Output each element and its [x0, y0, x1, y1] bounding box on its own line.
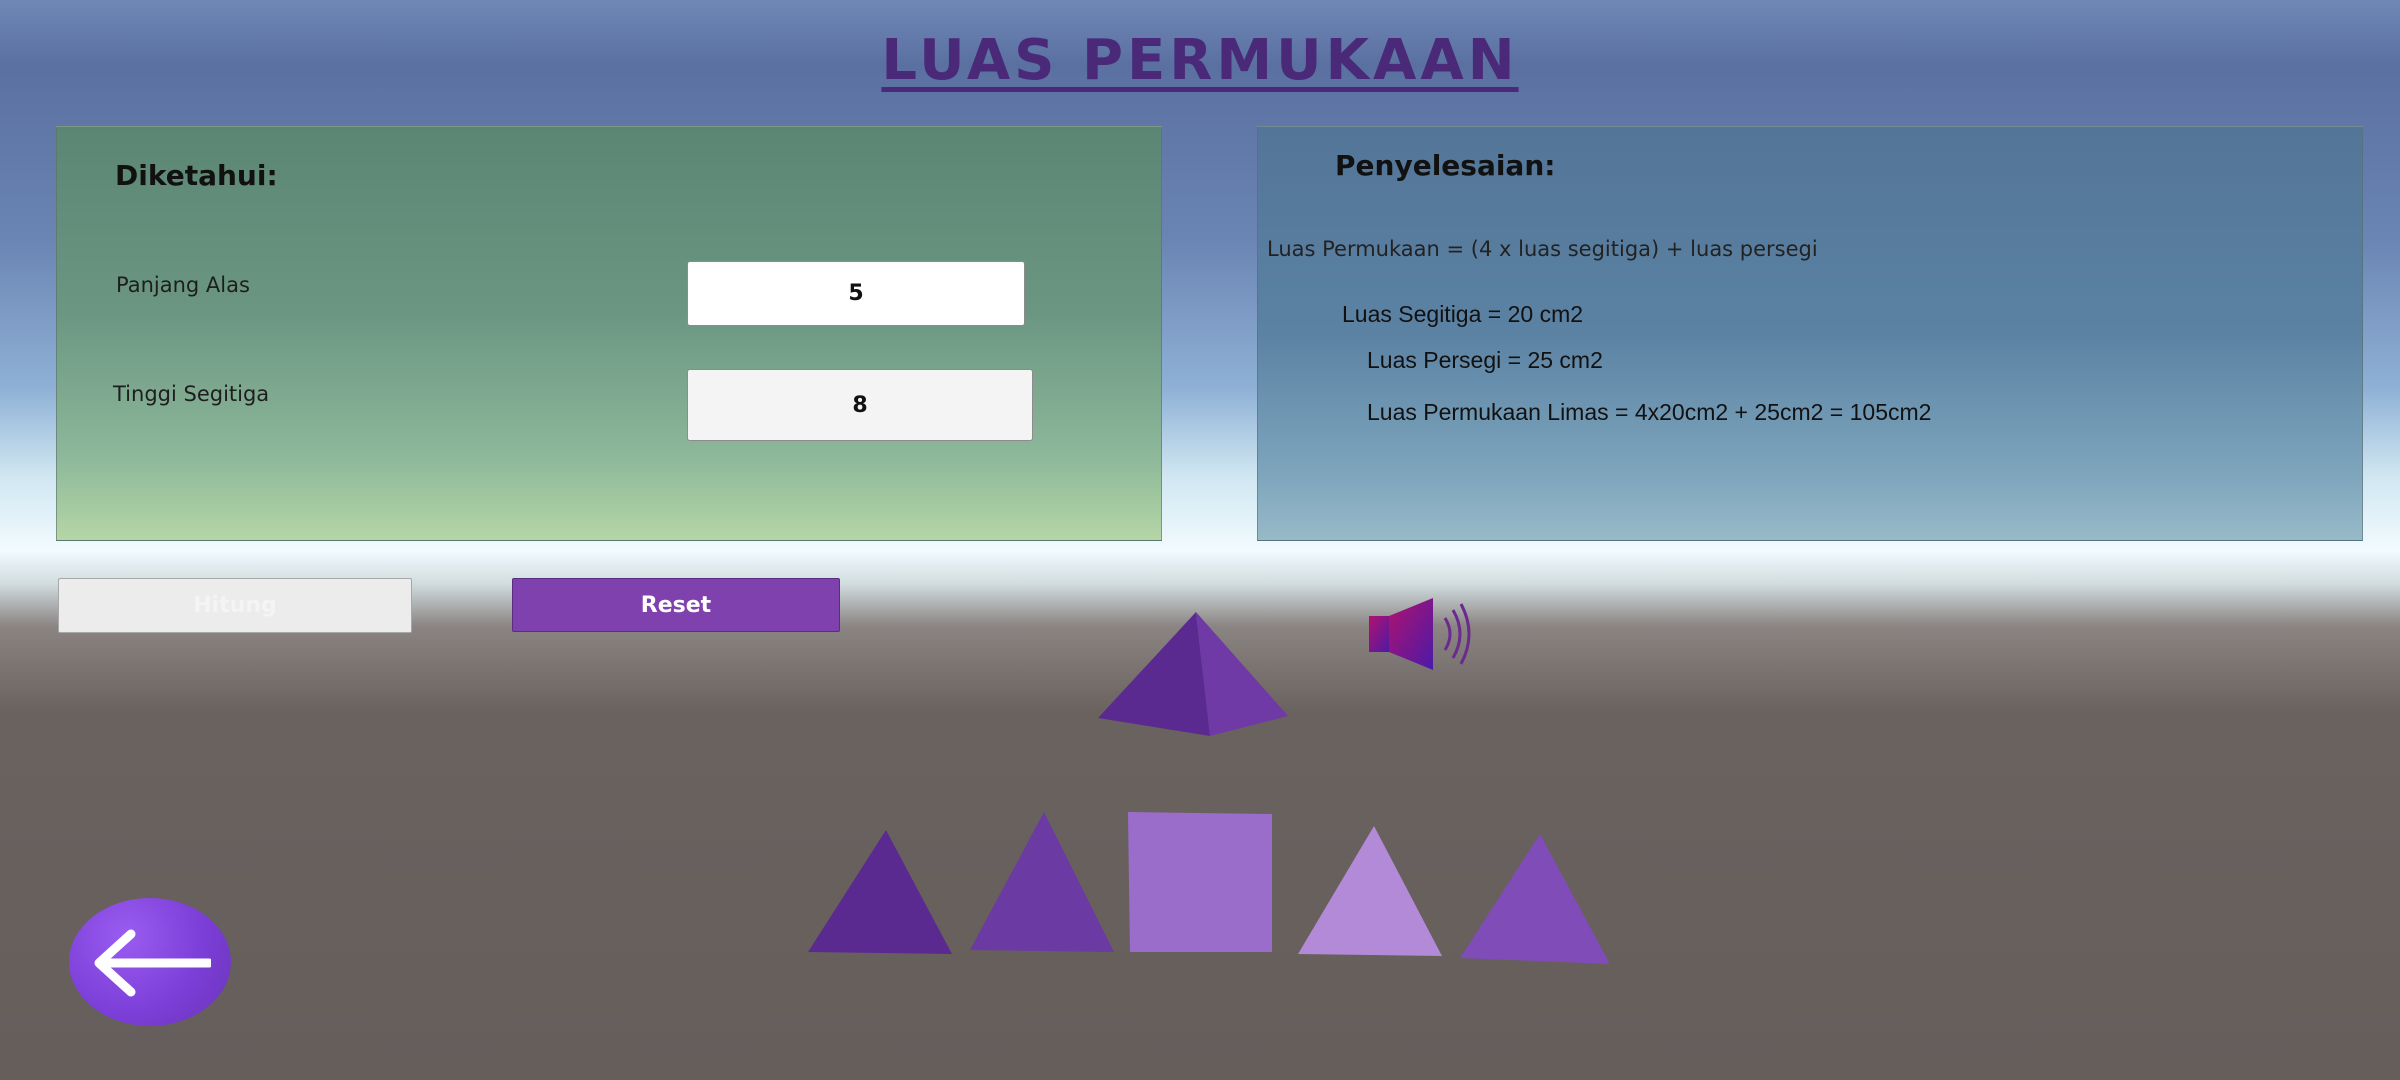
triangle-height-input[interactable]: 8: [687, 369, 1033, 441]
total-area-text: Luas Permukaan Limas = 4x20cm2 + 25cm2 =…: [1367, 399, 1932, 425]
triangle-height-label: Tinggi Segitiga: [113, 382, 270, 406]
page-title: LUAS PERMUKAAN: [881, 28, 1519, 93]
solution-panel: Penyelesaian: Luas Permukaan = (4 x luas…: [1257, 126, 2363, 541]
pyramid-shape: [1098, 612, 1288, 736]
base-length-label: Panjang Alas: [116, 273, 250, 297]
net-triangle-2: [970, 812, 1114, 952]
net-square: [1128, 812, 1272, 952]
speaker-icon[interactable]: [1365, 596, 1477, 672]
pyramid-net: [808, 812, 1610, 964]
solution-heading: Penyelesaian:: [1335, 149, 1556, 182]
arrow-left-icon: [94, 929, 211, 997]
triangle-area-text: Luas Segitiga = 20 cm2: [1342, 301, 1584, 327]
back-button[interactable]: [69, 898, 231, 1026]
reset-button[interactable]: Reset: [512, 578, 840, 632]
known-panel: Diketahui: Panjang Alas 5 Tinggi Segitig…: [56, 126, 1162, 541]
square-area-text: Luas Persegi = 25 cm2: [1367, 347, 1603, 373]
net-triangle-4: [1460, 834, 1610, 964]
net-triangle-3: [1298, 826, 1442, 956]
formula-text: Luas Permukaan = (4 x luas segitiga) + l…: [1267, 237, 1818, 261]
net-triangle-1: [808, 830, 952, 954]
base-length-input[interactable]: 5: [687, 261, 1025, 326]
hitung-button[interactable]: Hitung: [58, 578, 412, 633]
known-heading: Diketahui:: [115, 159, 278, 192]
